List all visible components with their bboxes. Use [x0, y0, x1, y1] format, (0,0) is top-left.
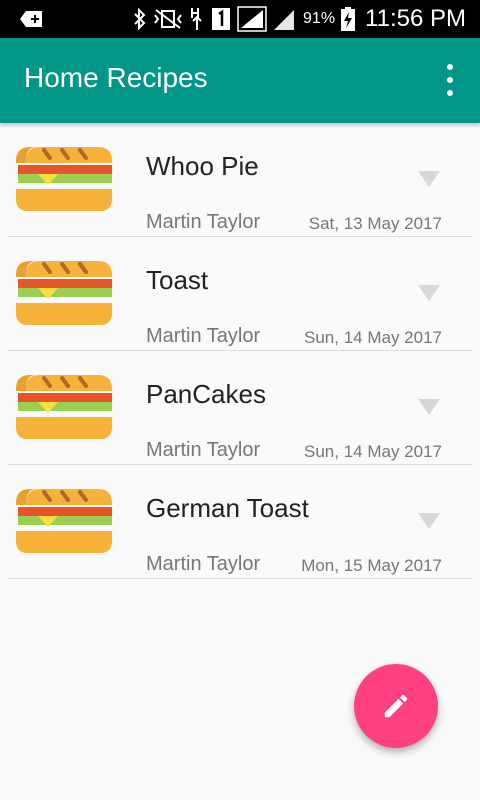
overflow-dot	[447, 64, 453, 70]
status-bar: 91% 11:56 PM	[0, 0, 480, 38]
sim-1-icon	[212, 8, 231, 30]
expand-arrow-icon[interactable]	[418, 171, 440, 187]
battery-charging-icon	[341, 7, 356, 31]
vibrate-icon	[154, 9, 182, 29]
overflow-dot	[447, 90, 453, 96]
overflow-menu-icon[interactable]	[442, 64, 458, 96]
data-activity-icon	[191, 8, 202, 30]
recipe-author: Martin Taylor	[146, 553, 261, 575]
recipe-row[interactable]: German Toast Martin Taylor Mon, 15 May 2…	[0, 465, 480, 579]
sandwich-icon	[16, 261, 112, 325]
recipe-row[interactable]: Toast Martin Taylor Sun, 14 May 2017	[0, 237, 480, 351]
recipe-author: Martin Taylor	[146, 325, 261, 347]
signal-2-icon	[274, 10, 295, 30]
overflow-dot	[447, 77, 453, 83]
sandwich-icon	[16, 489, 112, 553]
recipe-date: Mon, 15 May 2017	[301, 556, 442, 575]
recipe-date: Sun, 14 May 2017	[304, 328, 442, 347]
recipe-author: Martin Taylor	[146, 439, 261, 461]
recipe-date: Sat, 13 May 2017	[308, 214, 442, 233]
recipe-author: Martin Taylor	[146, 211, 261, 233]
status-icons: 91% 11:56 PM	[133, 5, 466, 32]
sandwich-icon	[16, 147, 112, 211]
recipe-name: PanCakes	[146, 379, 266, 409]
notification-add-icon	[20, 11, 42, 27]
edit-pencil-icon	[384, 694, 408, 718]
app-title: Home Recipes	[24, 62, 208, 93]
app-bar: Home Recipes	[0, 38, 480, 123]
recipe-name: Whoo Pie	[146, 151, 259, 181]
recipe-name: German Toast	[146, 493, 309, 523]
edit-fab-button[interactable]	[354, 664, 438, 748]
recipe-date: Sun, 14 May 2017	[304, 442, 442, 461]
expand-arrow-icon[interactable]	[418, 399, 440, 415]
battery-percent: 91%	[303, 10, 336, 27]
bluetooth-icon	[134, 8, 146, 30]
recipe-row[interactable]: Whoo Pie Martin Taylor Sat, 13 May 2017	[0, 123, 480, 237]
signal-icon	[237, 6, 267, 32]
sandwich-icon	[16, 375, 112, 439]
expand-arrow-icon[interactable]	[418, 285, 440, 301]
recipe-row[interactable]: PanCakes Martin Taylor Sun, 14 May 2017	[0, 351, 480, 465]
status-clock: 11:56 PM	[365, 5, 466, 32]
row-divider	[8, 578, 472, 579]
recipe-list: Whoo Pie Martin Taylor Sat, 13 May 2017 …	[0, 123, 480, 579]
expand-arrow-icon[interactable]	[418, 513, 440, 529]
recipe-name: Toast	[146, 265, 209, 295]
